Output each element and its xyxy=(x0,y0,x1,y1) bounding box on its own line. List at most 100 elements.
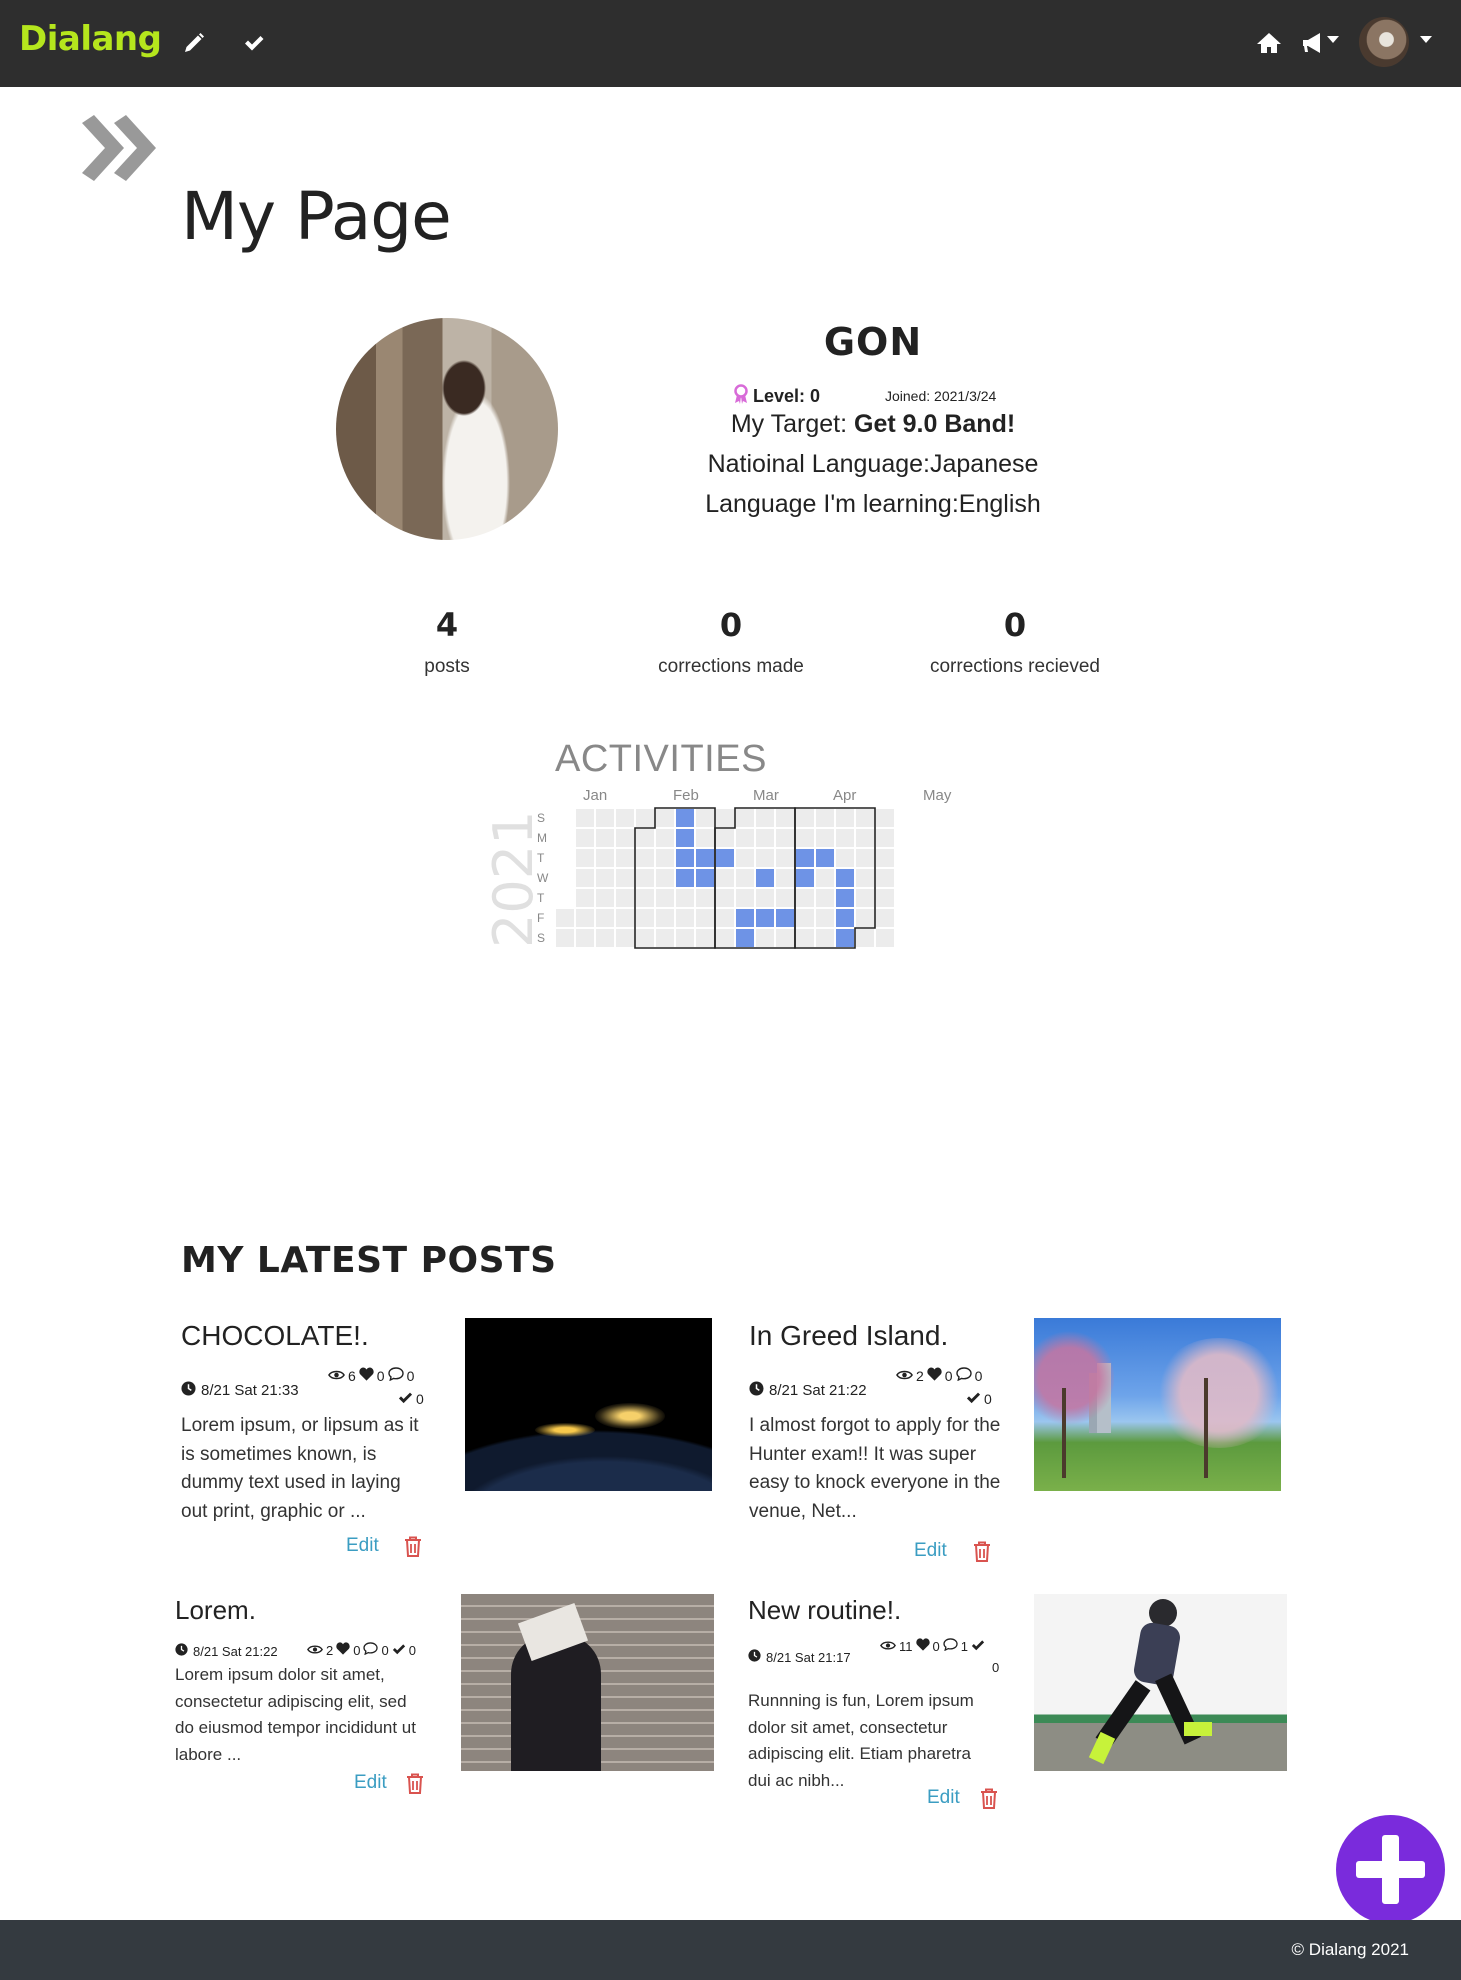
month-label: Feb xyxy=(673,787,699,804)
post-title[interactable]: New routine!. xyxy=(748,1595,901,1626)
trash-icon[interactable] xyxy=(404,1536,422,1562)
blossom-trees-image[interactable] xyxy=(1034,1318,1281,1491)
activity-cell xyxy=(716,869,734,887)
activity-cell xyxy=(796,909,814,927)
national-language: Natioinal Language:Japanese xyxy=(707,450,1039,478)
activity-cell xyxy=(816,929,834,947)
activity-cell xyxy=(596,869,614,887)
post-excerpt: Lorem ipsum, or lipsum as it is sometime… xyxy=(181,1415,419,1522)
activity-cell xyxy=(776,929,794,947)
activity-cell xyxy=(636,869,654,887)
activity-cell xyxy=(756,849,774,867)
activity-cell xyxy=(616,849,634,867)
edit-post-link[interactable]: Edit xyxy=(354,1772,387,1794)
add-post-button[interactable] xyxy=(1336,1815,1445,1924)
check-icon xyxy=(971,1639,985,1654)
month-label: Mar xyxy=(753,787,779,804)
activity-cell xyxy=(576,869,594,887)
activity-cell xyxy=(836,849,854,867)
activity-cell xyxy=(776,829,794,847)
footer-copyright: © Dialang 2021 xyxy=(1291,1940,1409,1959)
post-corrections: 0 xyxy=(966,1391,992,1407)
post-title[interactable]: Lorem. xyxy=(175,1595,256,1626)
check-icon[interactable] xyxy=(239,28,269,58)
activity-cell xyxy=(756,929,774,947)
post-excerpt: Runnning is fun, Lorem ipsum dolor sit a… xyxy=(748,1691,974,1791)
month-label: Apr xyxy=(833,787,856,804)
activity-cell xyxy=(676,909,694,927)
stat-value: 0 xyxy=(1003,606,1027,644)
activity-cell xyxy=(736,849,754,867)
home-icon[interactable] xyxy=(1254,28,1284,58)
activity-cell xyxy=(756,829,774,847)
pencil-icon[interactable] xyxy=(179,28,209,58)
views-count: 11 xyxy=(899,1638,913,1654)
likes-count: 0 xyxy=(944,1367,953,1384)
chevron-down-icon[interactable] xyxy=(1327,36,1339,43)
likes-count: 0 xyxy=(353,1642,361,1658)
activity-cell xyxy=(696,809,714,827)
post-stats: 6 0 0 xyxy=(328,1367,414,1384)
heart-icon xyxy=(336,1642,350,1658)
edit-post-link[interactable]: Edit xyxy=(927,1787,960,1809)
activity-heatmap: Jan Feb Mar Apr MaySMTWTFS xyxy=(537,787,952,949)
corrections-count: 0 xyxy=(416,1391,424,1407)
comment-icon xyxy=(387,1367,404,1384)
trash-icon[interactable] xyxy=(980,1788,998,1814)
activity-cell xyxy=(736,829,754,847)
activity-cell xyxy=(696,889,714,907)
activity-cell xyxy=(596,829,614,847)
activity-cell xyxy=(756,889,774,907)
activity-cell xyxy=(696,909,714,927)
double-chevron-right-icon[interactable] xyxy=(80,115,160,186)
activity-cell xyxy=(756,809,774,827)
activity-cell xyxy=(796,829,814,847)
stat-value: 0 xyxy=(719,606,743,644)
earth-at-night-image[interactable] xyxy=(465,1318,712,1491)
activity-cell xyxy=(596,849,614,867)
profile-photo xyxy=(336,318,558,540)
stat-posts: 4 posts xyxy=(327,606,567,678)
activity-cell xyxy=(716,889,734,907)
views-count: 6 xyxy=(348,1367,356,1384)
eye-icon xyxy=(328,1368,345,1384)
activity-cell xyxy=(596,809,614,827)
activity-cell xyxy=(636,829,654,847)
megaphone-icon[interactable] xyxy=(1300,28,1330,58)
activity-cell xyxy=(636,929,654,947)
trash-icon[interactable] xyxy=(406,1773,424,1799)
user-avatar[interactable] xyxy=(1359,17,1409,67)
comments-count: 1 xyxy=(960,1638,968,1654)
person-reading-book-image[interactable] xyxy=(461,1594,714,1771)
activity-cell xyxy=(876,829,894,847)
post-date-text: 8/21 Sat 21:22 xyxy=(769,1382,867,1399)
trash-icon[interactable] xyxy=(973,1541,991,1567)
chevron-down-icon[interactable] xyxy=(1420,36,1432,43)
comment-icon xyxy=(363,1642,379,1658)
footer: © Dialang 2021 xyxy=(0,1920,1461,1980)
post-title[interactable]: In Greed Island. xyxy=(749,1320,948,1352)
views-count: 2 xyxy=(326,1642,334,1658)
activity-cell xyxy=(716,929,734,947)
runner-image[interactable] xyxy=(1034,1594,1287,1771)
activity-cell xyxy=(856,809,874,827)
edit-post-link[interactable]: Edit xyxy=(914,1540,947,1562)
activity-cell xyxy=(876,849,894,867)
target-value: Get 9.0 Band! xyxy=(854,410,1016,438)
edit-post-link[interactable]: Edit xyxy=(346,1535,379,1557)
activity-cell xyxy=(636,889,654,907)
comments-count: 0 xyxy=(974,1367,983,1384)
activity-cell xyxy=(656,849,674,867)
level-label: Level: 0 xyxy=(753,386,821,406)
activity-cell xyxy=(716,909,734,927)
activity-cell xyxy=(796,889,814,907)
eye-icon xyxy=(307,1643,323,1658)
activity-cell xyxy=(716,829,734,847)
brand-logo[interactable]: Dialang xyxy=(19,19,162,59)
post-title[interactable]: CHOCOLATE!. xyxy=(181,1320,369,1352)
activity-cell-active xyxy=(796,849,814,867)
check-icon xyxy=(392,1643,406,1658)
activity-cell xyxy=(856,909,874,927)
stat-corrections-made: 0 corrections made xyxy=(611,606,851,678)
activity-cell xyxy=(556,909,574,927)
